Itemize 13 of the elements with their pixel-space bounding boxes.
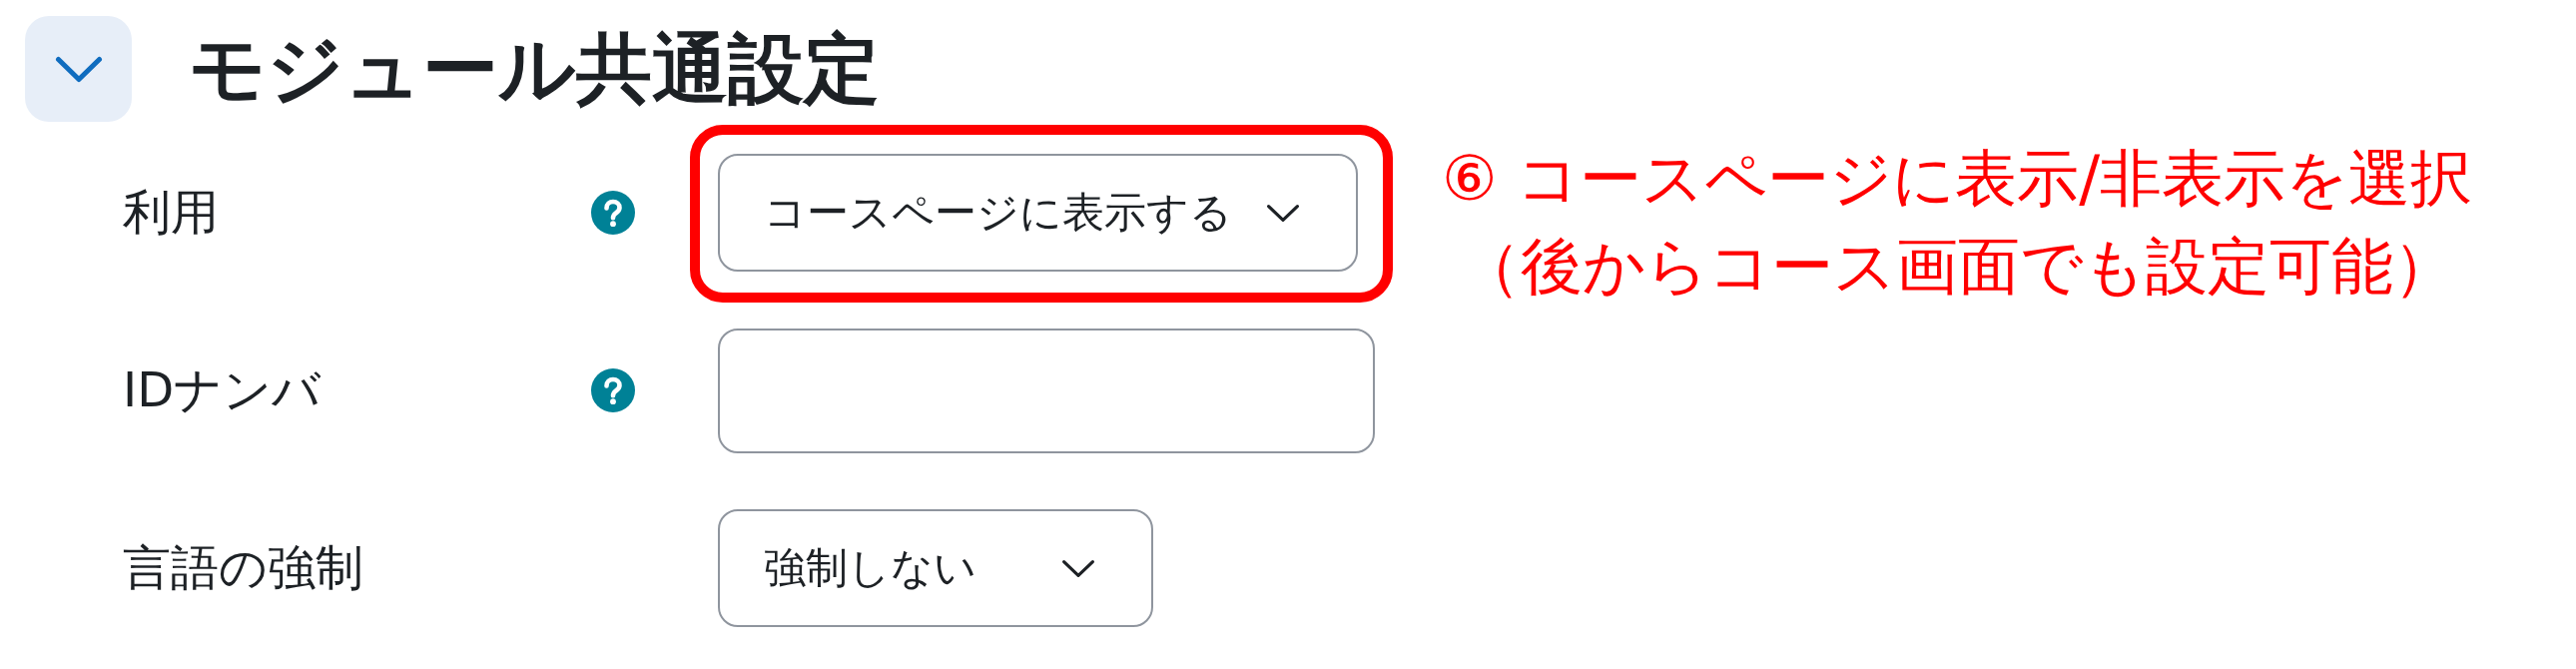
field-label: 言語の強制 bbox=[123, 539, 364, 597]
chevron-down-icon bbox=[1061, 558, 1095, 578]
collapse-button[interactable] bbox=[25, 16, 132, 122]
input-field[interactable] bbox=[718, 328, 1375, 453]
callout-title: ⑥ コースページに表示/非表示を選択 bbox=[1442, 141, 2473, 217]
field-label: 利用 bbox=[123, 184, 220, 242]
chevron-down-icon bbox=[54, 55, 103, 83]
select-dropdown[interactable]: 強制しない bbox=[718, 509, 1153, 627]
select-dropdown[interactable]: コースページに表示する bbox=[718, 154, 1358, 272]
field-label: IDナンバ bbox=[123, 361, 322, 419]
callout-note: （後からコース画面でも設定可能） bbox=[1459, 229, 2456, 305]
section-title: モジュール共通設定 bbox=[189, 27, 880, 111]
chevron-down-icon bbox=[1266, 203, 1300, 223]
